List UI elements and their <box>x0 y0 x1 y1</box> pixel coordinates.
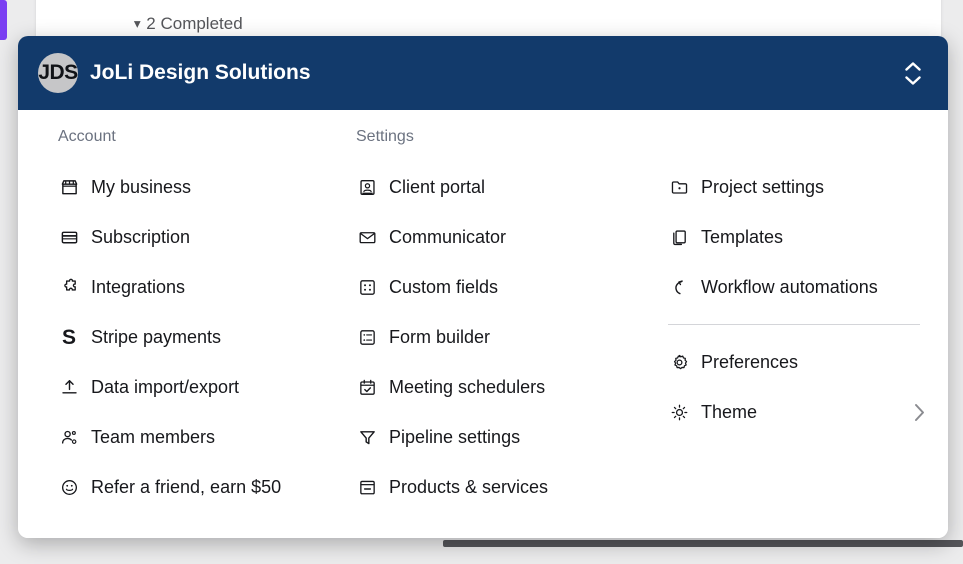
menu-item-integrations[interactable]: Integrations <box>38 262 336 312</box>
group-divider <box>668 324 920 325</box>
menu-item-theme[interactable]: Theme <box>648 387 936 437</box>
column-account: Account My business Subscription Integra… <box>18 128 336 512</box>
account-settings-popover: JDS JoLi Design Solutions Account My bus… <box>18 36 948 538</box>
envelope-icon <box>356 228 378 247</box>
funnel-icon <box>356 428 378 447</box>
menu-item-communicator[interactable]: Communicator <box>336 212 648 262</box>
menu-item-refer-a-friend[interactable]: Refer a friend, earn $50 <box>38 462 336 512</box>
menu-item-label: Meeting schedulers <box>389 376 546 397</box>
menu-item-label: Stripe payments <box>91 326 222 347</box>
stripe-s-icon: S <box>61 325 76 349</box>
column-extras: Project settings Templates Workflow auto… <box>648 128 948 512</box>
sidebar-accent-sliver <box>0 0 7 40</box>
menu-item-products-services[interactable]: Products & services <box>336 462 648 512</box>
workspace-switcher-button[interactable] <box>900 55 926 91</box>
copy-icon <box>668 228 690 247</box>
sun-icon <box>668 403 690 422</box>
menu-item-label: Templates <box>701 226 784 247</box>
menu-item-stripe-payments[interactable]: S Stripe payments <box>38 312 336 362</box>
avatar-initials: JDS <box>38 61 78 84</box>
menu-item-label: Preferences <box>701 351 799 372</box>
menu-item-preferences[interactable]: Preferences <box>648 337 936 387</box>
menu-item-pipeline-settings[interactable]: Pipeline settings <box>336 412 648 462</box>
menu-item-label: My business <box>91 176 192 197</box>
menu-item-project-settings[interactable]: Project settings <box>648 162 936 212</box>
menu-item-label: Refer a friend, earn $50 <box>91 476 282 497</box>
avatar: JDS <box>38 53 78 93</box>
menu-item-my-business[interactable]: My business <box>38 162 336 212</box>
form-list-icon <box>356 328 378 347</box>
popover-body: Account My business Subscription Integra… <box>18 110 948 538</box>
client-portal-icon <box>356 178 378 197</box>
menu-item-form-builder[interactable]: Form builder <box>336 312 648 362</box>
menu-item-label: Workflow automations <box>701 276 878 297</box>
grid-dots-icon <box>356 278 378 297</box>
smiley-face-icon <box>58 478 80 497</box>
menu-item-label: Project settings <box>701 176 825 197</box>
menu-item-data-import-export[interactable]: Data import/export <box>38 362 336 412</box>
menu-item-label: Data import/export <box>91 376 240 397</box>
chevron-up-icon <box>905 61 921 71</box>
menu-item-custom-fields[interactable]: Custom fields <box>336 262 648 312</box>
puzzle-piece-icon <box>58 278 80 297</box>
storefront-icon <box>58 178 80 197</box>
column-title-settings: Settings <box>356 128 414 145</box>
folder-icon <box>668 178 690 197</box>
column-settings: Settings Client portal Communicator Cust… <box>336 128 648 512</box>
popover-header: JDS JoLi Design Solutions <box>18 36 948 110</box>
menu-item-label: Communicator <box>389 226 507 247</box>
menu-item-label: Subscription <box>91 226 191 247</box>
menu-item-label: Integrations <box>91 276 186 297</box>
chevron-down-icon <box>905 75 921 85</box>
box-icon <box>356 478 378 497</box>
menu-item-team-members[interactable]: Team members <box>38 412 336 462</box>
menu-item-label: Pipeline settings <box>389 426 521 447</box>
menu-item-meeting-schedulers[interactable]: Meeting schedulers <box>336 362 648 412</box>
curved-arrow-icon <box>668 278 690 297</box>
menu-item-label: Theme <box>701 401 758 422</box>
person-gear-icon <box>58 428 80 447</box>
menu-item-client-portal[interactable]: Client portal <box>336 162 648 212</box>
column-title-account: Account <box>58 128 116 145</box>
gear-icon <box>668 353 690 372</box>
menu-item-label: Form builder <box>389 326 491 347</box>
menu-item-templates[interactable]: Templates <box>648 212 936 262</box>
workspace-name: JoLi Design Solutions <box>90 61 311 84</box>
menu-item-label: Team members <box>91 426 216 447</box>
chevron-right-icon <box>913 402 926 423</box>
credit-card-icon <box>58 228 80 247</box>
collapse-caret-icon: ▾ <box>133 16 141 32</box>
menu-item-label: Client portal <box>389 176 486 197</box>
menu-item-label: Products & services <box>389 476 549 497</box>
upload-arrow-icon <box>58 378 80 397</box>
completed-count-label: ▾ 2 Completed <box>133 14 243 33</box>
menu-item-label: Custom fields <box>389 276 499 297</box>
menu-item-subscription[interactable]: Subscription <box>38 212 336 262</box>
menu-item-workflow-automations[interactable]: Workflow automations <box>648 262 936 312</box>
background-bottom-bar <box>443 540 963 547</box>
calendar-check-icon <box>356 378 378 397</box>
